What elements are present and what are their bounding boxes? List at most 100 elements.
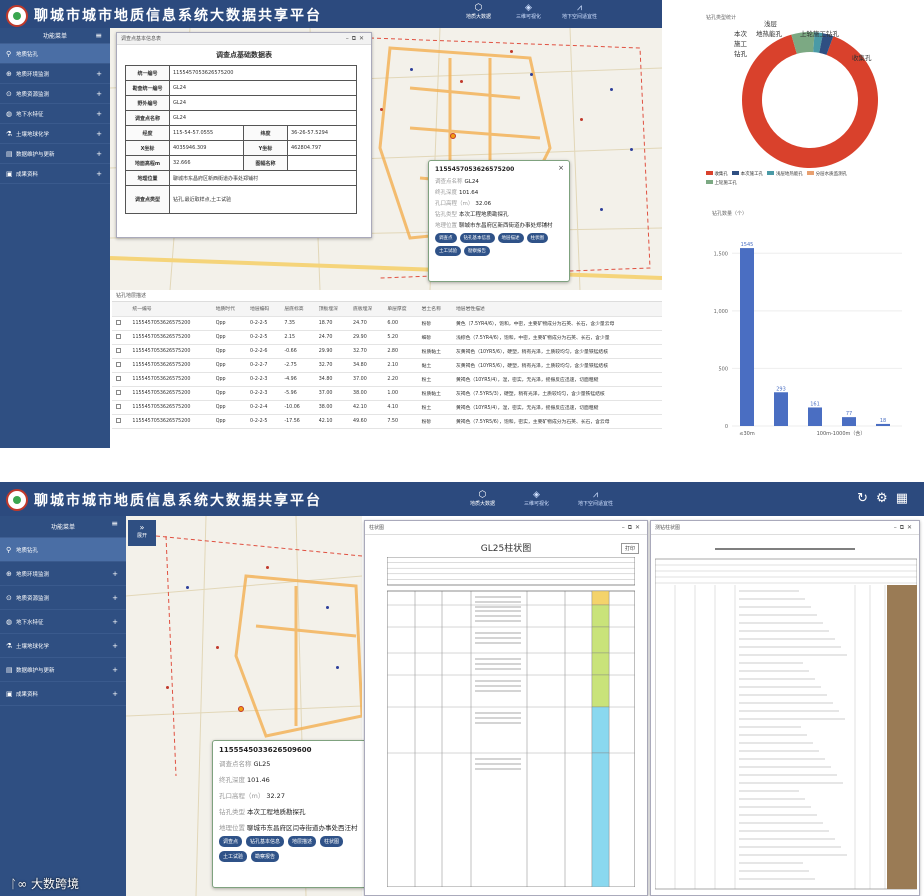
btn-survey-point[interactable]: 调查点 bbox=[435, 233, 457, 243]
table-cell: 灰黄褐色（10YR5/6），硬塑，稍有光泽，土质较均匀，含少量铁锰结核 bbox=[452, 344, 662, 359]
sidebar-item-resource-monitor[interactable]: ⊙ 地质资源监测 + bbox=[0, 84, 110, 104]
expand-button[interactable]: » 展开 bbox=[128, 520, 156, 546]
sidebar-item-boreholes[interactable]: ⚲ 地质钻孔 bbox=[0, 44, 110, 64]
table-cell: 32.70 bbox=[349, 344, 384, 359]
close-icon[interactable]: × bbox=[558, 164, 564, 172]
table-row[interactable]: 1155457053626575200 Qpp 0-2-2-5 7.35 18.70 24… bbox=[112, 316, 662, 331]
refresh-icon[interactable]: ↻ bbox=[857, 491, 876, 506]
row-checkbox[interactable] bbox=[116, 347, 121, 353]
sidebar-item-groundwater[interactable]: ◍ 地下水特征 + bbox=[0, 104, 110, 124]
sidebar-item-resource-monitor[interactable]: ⊙ 地质资源监测 + bbox=[0, 586, 126, 610]
sidebar-header: 功能菜单 ≡ bbox=[0, 28, 110, 44]
screenshot-bottom: 聊城市城市地质信息系统大数据共享平台 ⬡ 地质大数据 ◈ 三维可视化 ⩘ 地下空间适宜… bbox=[0, 482, 924, 896]
legend-item[interactable]: 本次施工孔 bbox=[732, 171, 763, 177]
sidebar-item-boreholes[interactable]: ⚲ 地质钻孔 bbox=[0, 538, 126, 562]
sidebar-item-data-maint[interactable]: ▤ 数据维护与更新 + bbox=[0, 658, 126, 682]
table-row[interactable]: 1155457053626575200 Qpp 0-2-2-7 -2.75 32.70 3… bbox=[112, 358, 662, 373]
row-checkbox[interactable] bbox=[116, 333, 121, 339]
window-controls[interactable]: –⧉✕ bbox=[346, 33, 367, 45]
btn-strata[interactable]: 地层描述 bbox=[497, 233, 524, 243]
plus-icon: + bbox=[96, 109, 102, 118]
sidebar-item-data-maint[interactable]: ▤ 数据维护与更新 + bbox=[0, 144, 110, 164]
tab-geo-bigdata[interactable]: ⬡ 地质大数据 bbox=[466, 3, 491, 20]
sidebar-item-results[interactable]: ▣ 成果资料 + bbox=[0, 164, 110, 184]
table-cell: 0-2-2-6 bbox=[246, 344, 281, 359]
bar bbox=[774, 392, 788, 426]
app-header: 聊城市城市地质信息系统大数据共享平台 ⬡ 地质大数据 ◈ 三维可视化 ⩘ 地下空间适宜… bbox=[0, 482, 924, 516]
sidebar-item-env-monitor[interactable]: ⊕ 地质环境监测 + bbox=[0, 64, 110, 84]
table-row[interactable]: 1155457053626575200 Qpp 0-2-2-3 -4.96 34.80 3… bbox=[112, 372, 662, 387]
bar bbox=[876, 423, 890, 426]
legend-item[interactable]: 收集孔 bbox=[706, 171, 728, 177]
table-row: 地理位置 聊城市东昌府区新西街道办事处郑铺村 bbox=[125, 170, 357, 186]
sidebar-item-soil-chem[interactable]: ⚗ 土壤地球化学 + bbox=[0, 124, 110, 144]
row-checkbox[interactable] bbox=[116, 375, 121, 381]
database-icon: ▤ bbox=[6, 665, 13, 674]
btn-soil-test[interactable]: 土工试验 bbox=[435, 246, 461, 256]
popup-id: 1155545033626509600 bbox=[219, 746, 312, 754]
legend-item[interactable]: 上轮施工孔 bbox=[706, 180, 737, 186]
legend-item[interactable]: 浅层地热能孔 bbox=[767, 171, 803, 177]
table-row[interactable]: 1155457053626575200 Qpp 0-2-2-4 -10.06 38.00… bbox=[112, 400, 662, 415]
row-checkbox[interactable] bbox=[116, 361, 121, 367]
bar bbox=[842, 417, 856, 426]
popup-row: 终孔深度 101.64 bbox=[435, 190, 479, 196]
row-checkbox[interactable] bbox=[116, 403, 121, 409]
sidebar-item-soil-chem[interactable]: ⚗ 土壤地球化学 + bbox=[0, 634, 126, 658]
row-checkbox[interactable] bbox=[116, 389, 121, 395]
tab-3d-visual[interactable]: ◈ 三维可视化 bbox=[524, 490, 549, 507]
survey-heading: 调查点基础数据表 bbox=[216, 51, 272, 59]
table-row[interactable]: 1155457053626575200 Qpp 0-2-2-3 -5.96 37.00 3… bbox=[112, 386, 662, 401]
window-controls[interactable]: –⧉✕ bbox=[622, 521, 643, 535]
table-row[interactable]: 1155457053626575200 Qpp 0-2-2-5 2.15 24.70 29… bbox=[112, 330, 662, 345]
btn-strata[interactable]: 地层描述 bbox=[288, 836, 317, 847]
table-cell: -17.56 bbox=[280, 414, 315, 429]
btn-borehole-info[interactable]: 钻孔基本信息 bbox=[246, 836, 285, 847]
x-tick-label: ≤30m bbox=[739, 431, 755, 437]
tab-geo-bigdata[interactable]: ⬡ 地质大数据 bbox=[470, 490, 495, 507]
popup-row: 终孔深度 101.46 bbox=[219, 776, 270, 784]
donut-label: 地热能孔 bbox=[756, 30, 782, 38]
sidebar-item-groundwater[interactable]: ◍ 地下水特征 + bbox=[0, 610, 126, 634]
water-icon: ◍ bbox=[6, 617, 13, 626]
folder-icon: ▣ bbox=[6, 169, 13, 178]
resource-icon: ⊙ bbox=[6, 593, 12, 602]
print-button[interactable]: 打印 bbox=[620, 543, 639, 554]
table-cell: 2.80 bbox=[383, 344, 418, 359]
btn-report[interactable]: 勘察报告 bbox=[464, 246, 490, 256]
apps-icon[interactable]: ▦ bbox=[896, 491, 916, 506]
btn-soil-test[interactable]: 土工试验 bbox=[219, 851, 248, 862]
tab-underground[interactable]: ⩘ 地下空间适宜性 bbox=[562, 3, 597, 20]
btn-column-chart[interactable]: 柱状图 bbox=[320, 836, 344, 847]
watermark-logo-icon: ᛚ∞ bbox=[10, 877, 28, 891]
table-row[interactable]: 1155457053626575200 Qpp 0-2-2-6 -0.66 29.90 3… bbox=[112, 344, 662, 359]
table-cell: 34.80 bbox=[349, 358, 384, 373]
row-checkbox[interactable] bbox=[116, 319, 121, 325]
table-cell: 34.80 bbox=[314, 372, 350, 387]
gear-icon[interactable]: ⚙ bbox=[876, 491, 896, 506]
flask-icon: ⚗ bbox=[6, 641, 13, 650]
chart-icon: ⩘ bbox=[592, 490, 599, 500]
table-cell: 6.00 bbox=[383, 316, 418, 331]
btn-survey-point[interactable]: 调查点 bbox=[219, 836, 243, 847]
legend-item[interactable]: 分层水质监测孔 bbox=[807, 171, 847, 177]
plus-icon: + bbox=[112, 617, 118, 626]
tab-underground[interactable]: ⩘ 地下空间适宜性 bbox=[578, 490, 613, 507]
table-cell: 24.70 bbox=[349, 316, 384, 331]
table-cell: Qpp bbox=[211, 330, 247, 345]
sidebar-item-env-monitor[interactable]: ⊕ 地质环境监测 + bbox=[0, 562, 126, 586]
sidebar-item-results[interactable]: ▣ 成果资料 + bbox=[0, 682, 126, 706]
btn-borehole-info[interactable]: 钻孔基本信息 bbox=[459, 233, 495, 243]
tab-3d-visual[interactable]: ◈ 三维可视化 bbox=[516, 3, 541, 20]
table-cell: 1155457053626575200 bbox=[128, 414, 212, 429]
cube-icon: ◈ bbox=[525, 3, 532, 13]
hamburger-icon[interactable]: ≡ bbox=[111, 519, 118, 528]
design-panel-title: 测钻柱状图 –⧉✕ bbox=[651, 521, 919, 535]
btn-column-chart[interactable]: 柱状图 bbox=[526, 233, 548, 243]
bar-value-label: 161 bbox=[810, 401, 820, 407]
row-checkbox[interactable] bbox=[116, 417, 121, 423]
hamburger-icon[interactable]: ≡ bbox=[95, 31, 102, 40]
table-row[interactable]: 1155457053626575200 Qpp 0-2-2-5 -17.56 42.10… bbox=[112, 414, 662, 429]
btn-report[interactable]: 勘察报告 bbox=[251, 851, 280, 862]
window-controls[interactable]: –⧉✕ bbox=[894, 521, 915, 535]
